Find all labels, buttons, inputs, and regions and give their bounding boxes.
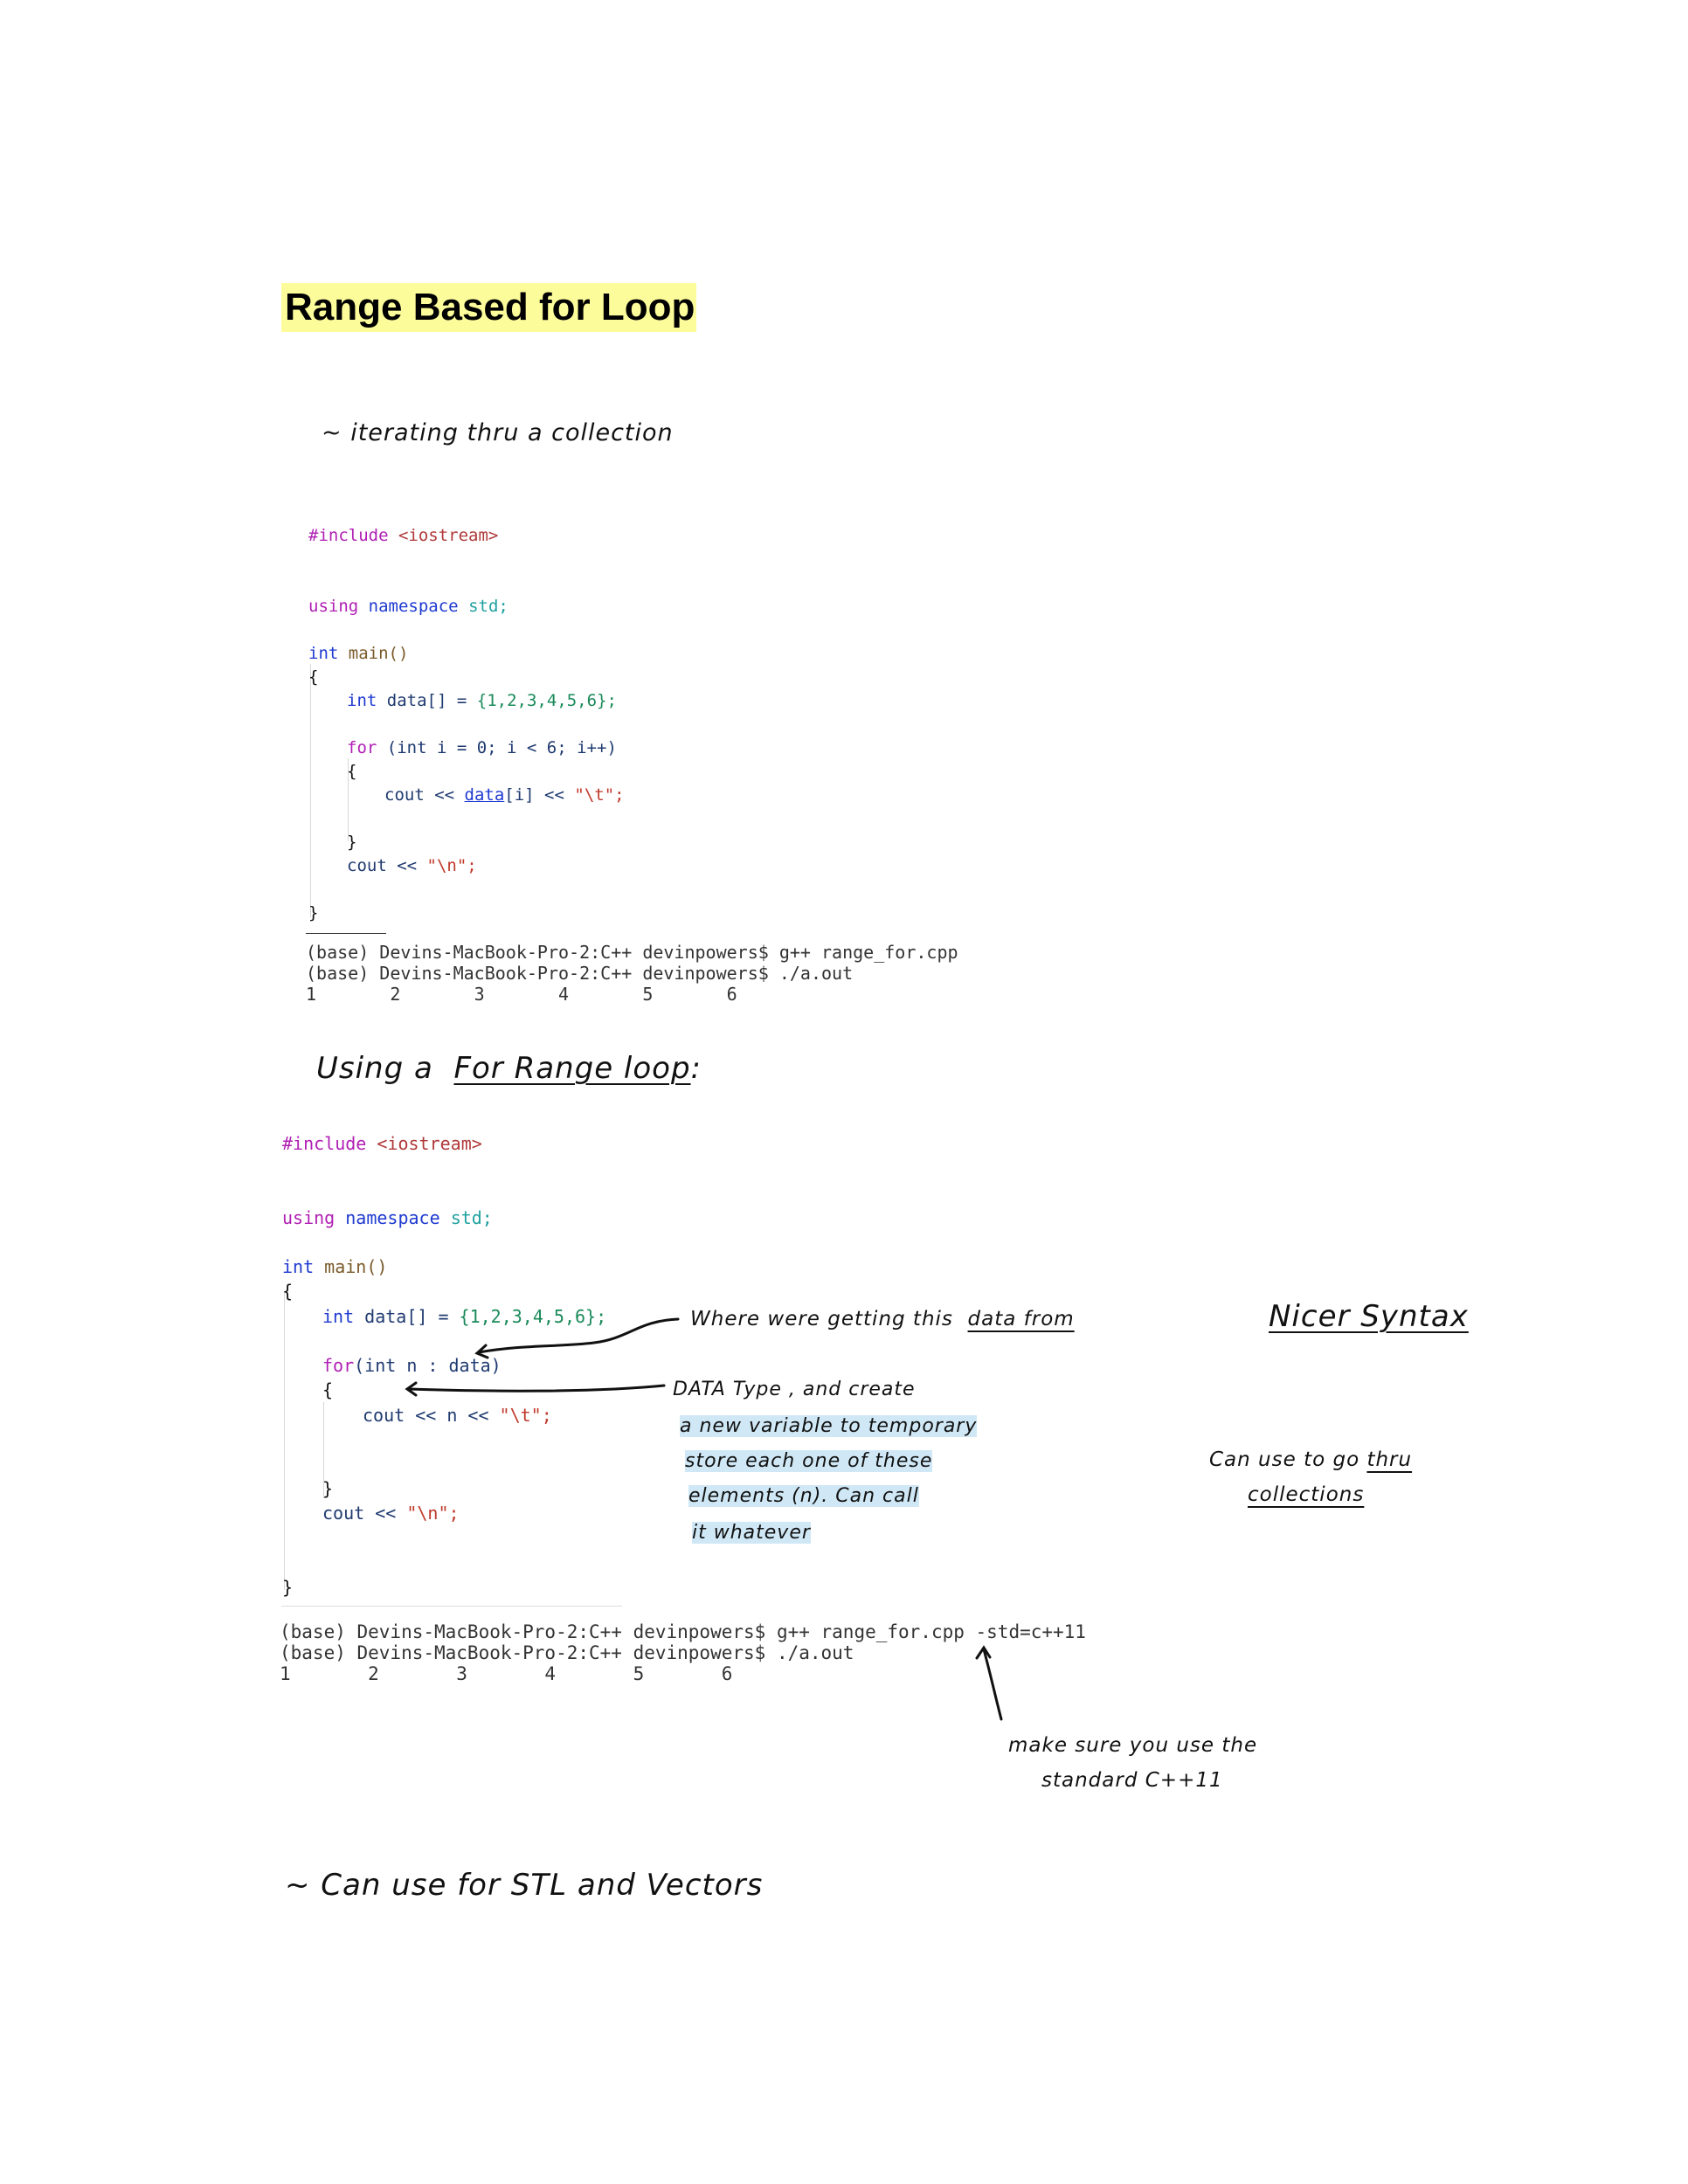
arrow-to-int-n [407,1384,666,1393]
note-data-type-line: a new variable to temporary [680,1415,978,1437]
note-data-type-line: DATA Type , and create [673,1379,916,1400]
note-can-use: Can use to go thru [1209,1448,1413,1471]
annotation-arrows [405,1317,1003,1721]
arrowhead-std-flag [975,1645,992,1660]
note-make-sure: make sure you use the [1008,1734,1258,1757]
note-collections: collections [1248,1483,1365,1506]
arrow-to-std-flag [982,1648,1003,1721]
note-data-type-line: elements (n). Can call [688,1485,919,1507]
note-where-data: Where were getting this data from [690,1308,1075,1330]
note-data-type-line: store each one of these [685,1450,933,1472]
note-data-type-line: it whatever [692,1522,811,1544]
note-stl-vectors: ~ Can use for STL and Vectors [285,1868,764,1903]
note-nicer-syntax: Nicer Syntax [1269,1299,1469,1334]
note-standard-cpp11: standard C++11 [1041,1769,1223,1792]
arrow-to-data [477,1317,680,1354]
